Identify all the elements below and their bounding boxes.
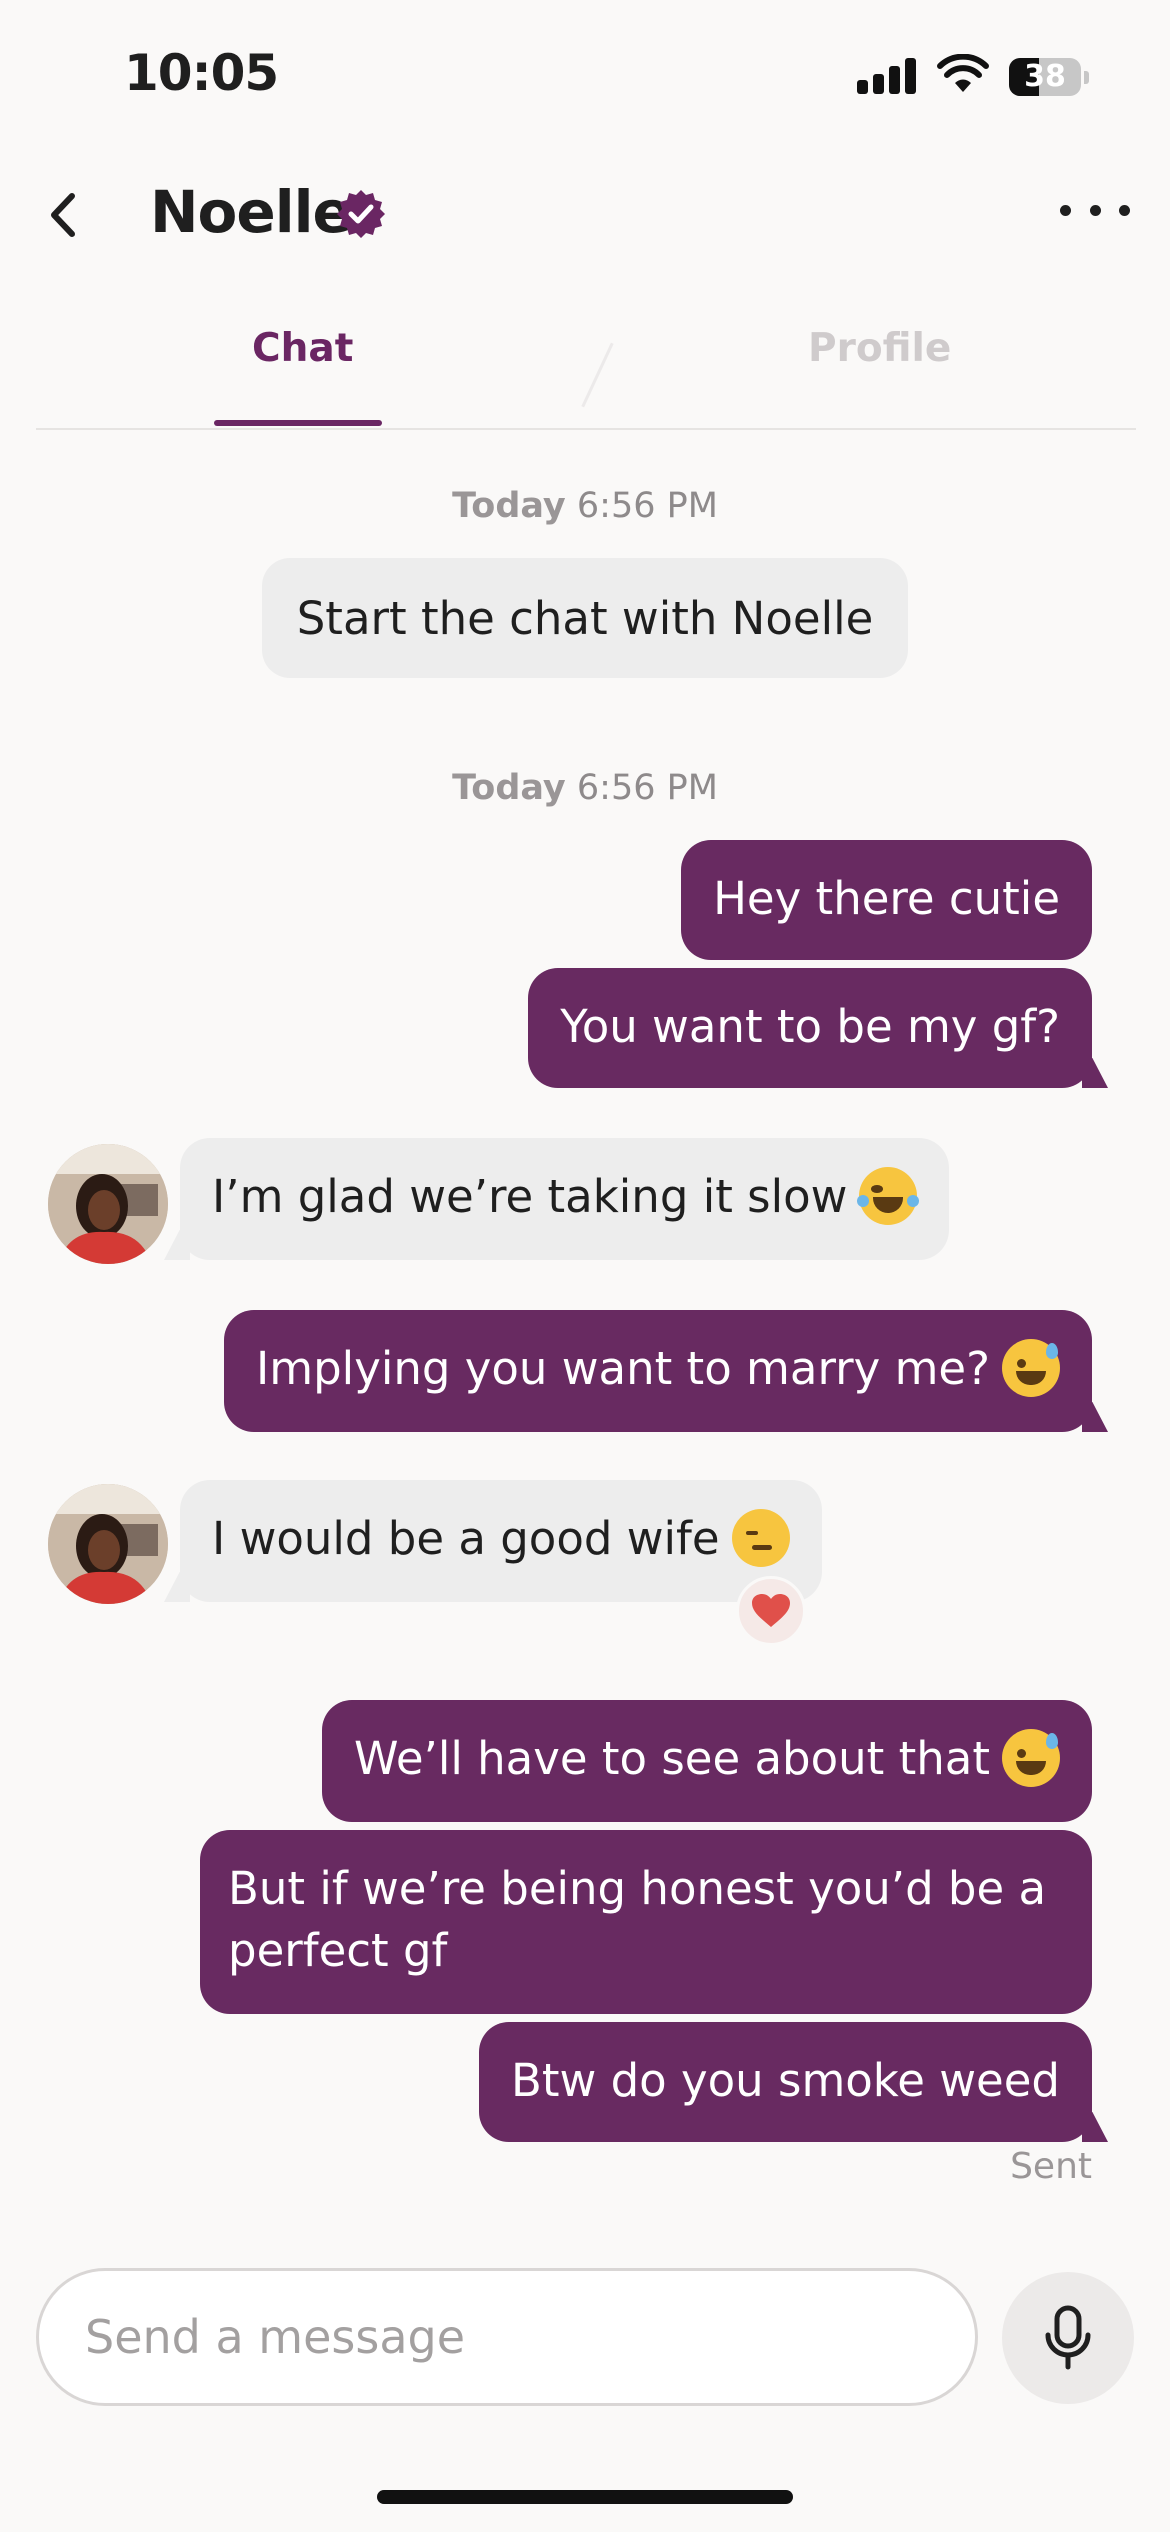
avatar[interactable] — [48, 1144, 168, 1264]
heart-reaction[interactable] — [736, 1576, 806, 1646]
tab-chat[interactable]: Chat — [252, 326, 353, 371]
back-button[interactable] — [38, 180, 88, 250]
outgoing-message[interactable]: Hey there cutie — [681, 840, 1092, 960]
battery-icon: 38 — [1009, 58, 1089, 96]
outgoing-message[interactable]: You want to be my gf? — [528, 968, 1092, 1088]
status-bar: 10:05 38 — [0, 0, 1170, 150]
voice-message-button[interactable] — [1002, 2272, 1134, 2404]
home-indicator — [377, 2490, 793, 2504]
wink-emoji — [731, 1509, 790, 1567]
wifi-icon — [937, 54, 989, 92]
microphone-icon — [1045, 2305, 1091, 2370]
avatar[interactable] — [48, 1484, 168, 1604]
heart-reaction-icon — [752, 1594, 790, 1627]
battery-level: 38 — [1024, 59, 1066, 94]
contact-name[interactable]: Noelle — [150, 178, 352, 246]
grinning-sweat-emoji — [1002, 1729, 1060, 1787]
chat-profile-tabs: Chat Profile — [36, 290, 1136, 430]
incoming-message[interactable]: I would be a good wife — [180, 1480, 822, 1602]
message-composer[interactable] — [36, 2268, 978, 2406]
active-tab-indicator — [214, 420, 382, 426]
outgoing-message[interactable]: Implying you want to marry me? — [224, 1310, 1092, 1432]
verified-badge-icon — [337, 190, 385, 238]
status-time: 10:05 — [124, 44, 279, 102]
more-options-icon[interactable] — [1060, 190, 1130, 230]
back-chevron-icon — [51, 193, 75, 237]
cellular-signal-icon — [857, 58, 917, 94]
message-timestamp: Today 6:56 PM — [452, 486, 718, 526]
delivery-status: Sent — [1010, 2146, 1092, 2187]
avatar-photo — [48, 1144, 168, 1264]
tab-divider — [581, 342, 614, 408]
message-timestamp: Today 6:56 PM — [452, 768, 718, 808]
grinning-sweat-emoji — [1002, 1339, 1060, 1397]
outgoing-message[interactable]: But if we’re being honest you’d be a per… — [200, 1830, 1092, 2014]
outgoing-message[interactable]: Btw do you smoke weed — [478, 2022, 1092, 2142]
message-input[interactable] — [85, 2271, 935, 2403]
start-chat-prompt: Start the chat with Noelle — [262, 558, 908, 678]
avatar-photo — [48, 1484, 168, 1604]
tears-of-joy-emoji — [857, 1167, 920, 1225]
chat-header: Noelle — [0, 150, 1170, 280]
outgoing-message[interactable]: We’ll have to see about that — [322, 1700, 1092, 1822]
incoming-message[interactable]: I’m glad we’re taking it slow — [180, 1138, 950, 1260]
tab-profile[interactable]: Profile — [808, 326, 951, 371]
